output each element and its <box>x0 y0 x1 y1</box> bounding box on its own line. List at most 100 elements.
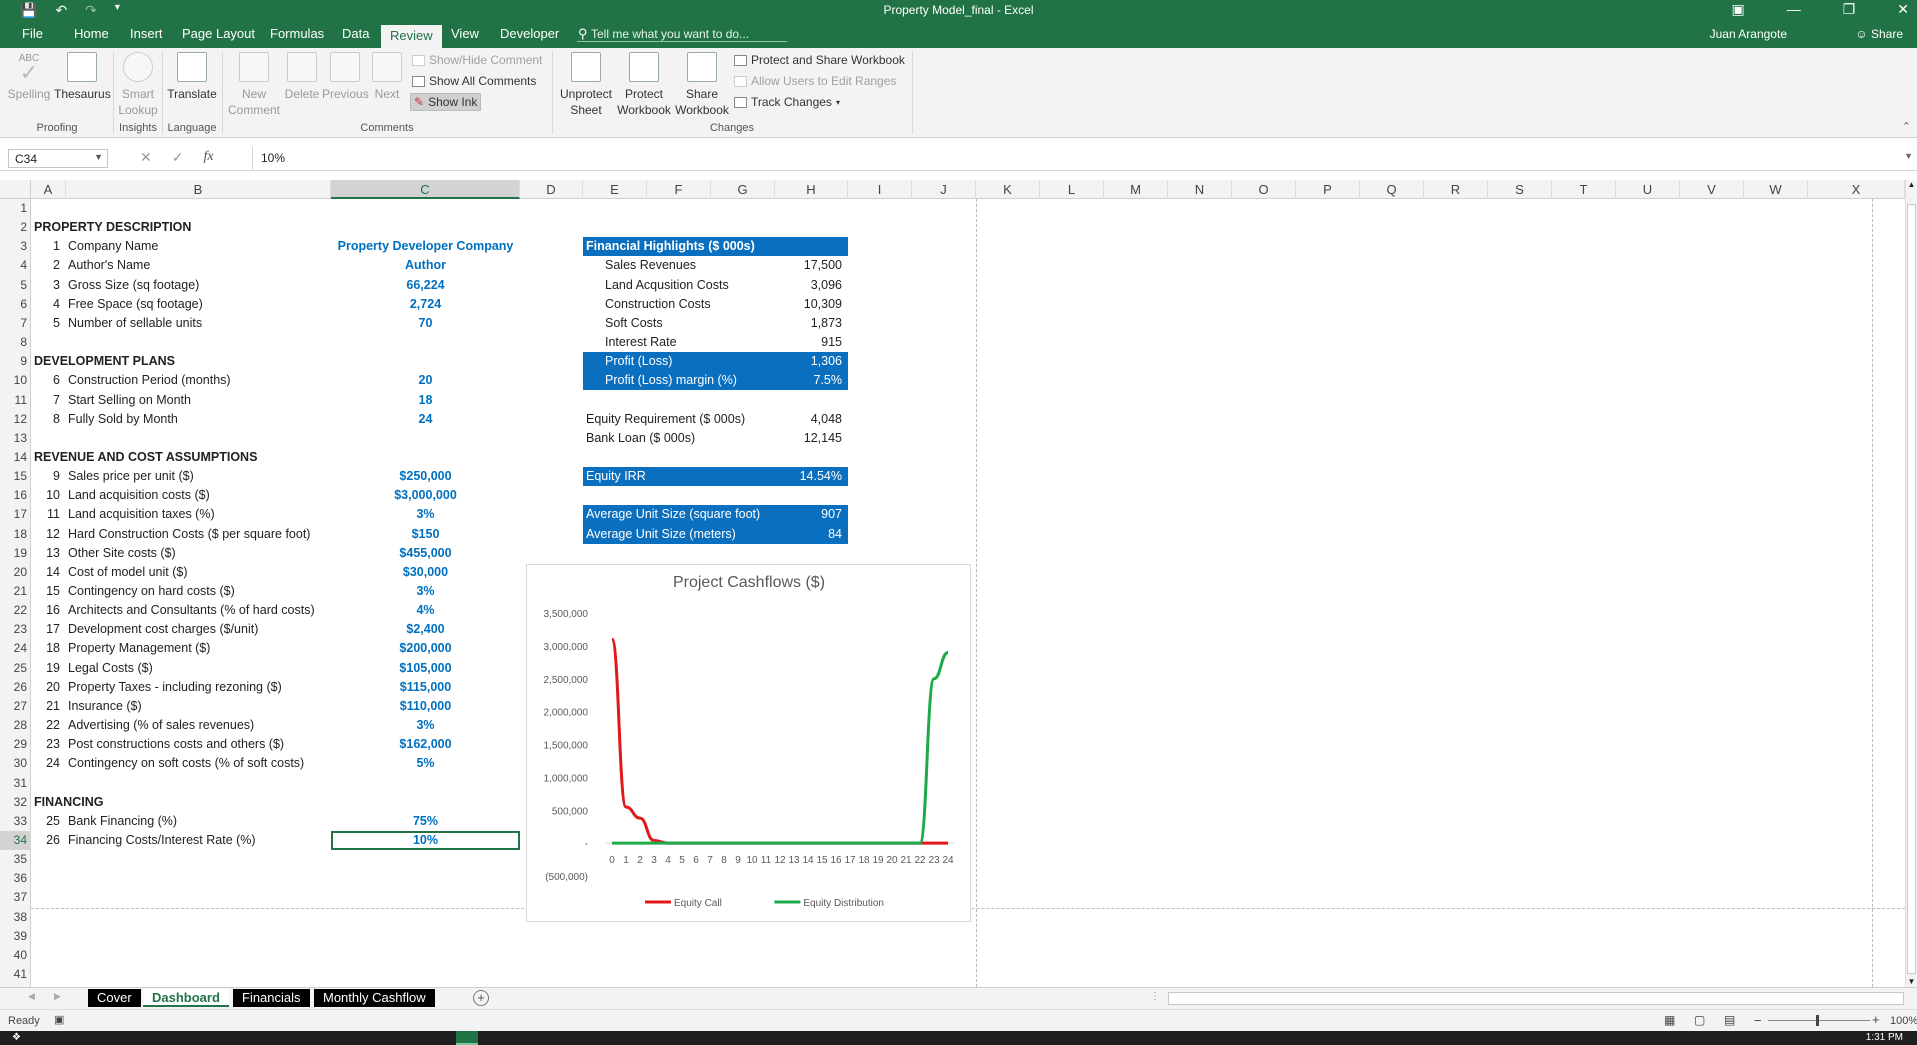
row-header-11[interactable]: 11 <box>0 391 31 410</box>
row-header-3[interactable]: 3 <box>0 237 31 256</box>
avg-unit-size-sqft-label[interactable]: Average Unit Size (square foot) <box>586 505 760 524</box>
input-number[interactable]: 7 <box>38 391 60 410</box>
project-cashflows-chart[interactable]: Project Cashflows ($) 3,500,000 3,000,000 2… <box>526 564 971 922</box>
input-number[interactable]: 11 <box>38 505 60 524</box>
input-label[interactable]: Number of sellable units <box>68 314 202 333</box>
avg-unit-size-m-value[interactable]: 84 <box>775 525 842 544</box>
sheet-tab-financials[interactable]: Financials <box>233 989 310 1007</box>
input-number[interactable]: 18 <box>38 639 60 658</box>
bank-loan-value[interactable]: 12,145 <box>775 429 842 448</box>
input-label[interactable]: Property Taxes - including rezoning ($) <box>68 678 282 697</box>
tab-splitter-icon[interactable]: ⋮ <box>1150 991 1160 1002</box>
input-value[interactable]: $2,400 <box>331 620 520 639</box>
row-header-21[interactable]: 21 <box>0 582 31 601</box>
input-value[interactable]: $455,000 <box>331 544 520 563</box>
zoom-level[interactable]: 100% <box>1890 1015 1917 1027</box>
input-value[interactable]: 3% <box>331 716 520 735</box>
scroll-up-icon[interactable]: ▲ <box>1906 180 1917 189</box>
row-header-29[interactable]: 29 <box>0 735 31 754</box>
equity-requirement-value[interactable]: 4,048 <box>775 410 842 429</box>
input-label[interactable]: Architects and Consultants (% of hard co… <box>68 601 315 620</box>
input-number[interactable]: 13 <box>38 544 60 563</box>
show-hide-comment-button[interactable]: Show/Hide Comment <box>412 53 542 67</box>
row-header-5[interactable]: 5 <box>0 276 31 295</box>
input-label[interactable]: Post constructions costs and others ($) <box>68 735 284 754</box>
input-value[interactable]: $3,000,000 <box>331 486 520 505</box>
profit-value[interactable]: 1,306 <box>775 352 842 371</box>
column-header-u[interactable]: U <box>1616 180 1680 199</box>
column-header-j[interactable]: J <box>912 180 976 199</box>
macro-record-icon[interactable]: ▣ <box>54 1013 64 1026</box>
column-header-s[interactable]: S <box>1488 180 1552 199</box>
show-ink-button[interactable]: ✎ Show Ink <box>410 93 482 111</box>
column-header-g[interactable]: G <box>711 180 775 199</box>
row-header-9[interactable]: 9 <box>0 352 31 371</box>
input-number[interactable]: 9 <box>38 467 60 486</box>
zoom-out-icon[interactable]: − <box>1754 1013 1762 1028</box>
spelling-button[interactable]: ABC ✓ Spelling <box>6 52 52 102</box>
row-header-39[interactable]: 39 <box>0 927 31 946</box>
row-header-30[interactable]: 30 <box>0 754 31 773</box>
row-header-28[interactable]: 28 <box>0 716 31 735</box>
expand-formula-bar-icon[interactable]: ▼ <box>1904 151 1913 161</box>
column-header-b[interactable]: B <box>66 180 331 199</box>
delete-comment-button[interactable]: Delete <box>282 52 322 102</box>
row-header-16[interactable]: 16 <box>0 486 31 505</box>
input-label[interactable]: Start Selling on Month <box>68 391 191 410</box>
zoom-slider-thumb[interactable] <box>1816 1015 1819 1026</box>
row-header-14[interactable]: 14 <box>0 448 31 467</box>
scroll-thumb[interactable] <box>1907 204 1916 974</box>
column-header-h[interactable]: H <box>775 180 848 199</box>
row-header-19[interactable]: 19 <box>0 544 31 563</box>
input-label[interactable]: Company Name <box>68 237 158 256</box>
highlight-label[interactable]: Soft Costs <box>605 314 663 333</box>
input-label[interactable]: Land acquisition taxes (%) <box>68 505 215 524</box>
profit-margin-value[interactable]: 7.5% <box>775 371 843 390</box>
smart-lookup-button[interactable]: Smart Lookup <box>116 52 160 118</box>
input-number[interactable]: 22 <box>38 716 60 735</box>
select-all-corner[interactable] <box>0 180 31 199</box>
section-revenue-cost-assumptions[interactable]: REVENUE AND COST ASSUMPTIONS <box>34 448 257 467</box>
input-number[interactable]: 15 <box>38 582 60 601</box>
section-property-description[interactable]: PROPERTY DESCRIPTION <box>34 218 191 237</box>
row-header-8[interactable]: 8 <box>0 333 31 352</box>
row-header-24[interactable]: 24 <box>0 639 31 658</box>
tab-home[interactable]: Home <box>74 26 109 41</box>
input-number[interactable]: 19 <box>38 659 60 678</box>
allow-users-edit-ranges-button[interactable]: Allow Users to Edit Ranges <box>734 74 896 88</box>
input-label[interactable]: Other Site costs ($) <box>68 544 176 563</box>
input-value[interactable]: $150 <box>331 525 520 544</box>
column-header-o[interactable]: O <box>1232 180 1296 199</box>
input-value[interactable]: $200,000 <box>331 639 520 658</box>
insert-function-icon[interactable]: fx <box>203 149 213 166</box>
input-value[interactable]: $250,000 <box>331 467 520 486</box>
input-number[interactable]: 26 <box>38 831 60 850</box>
minimize-icon[interactable]: — <box>1787 1 1801 18</box>
highlight-value[interactable]: 915 <box>775 333 842 352</box>
column-header-x[interactable]: X <box>1808 180 1905 199</box>
profit-label[interactable]: Profit (Loss) <box>605 352 672 371</box>
row-header-1[interactable]: 1 <box>0 199 31 218</box>
input-number[interactable]: 21 <box>38 697 60 716</box>
highlight-label[interactable]: Sales Revenues <box>605 256 696 275</box>
input-number[interactable]: 17 <box>38 620 60 639</box>
tab-view[interactable]: View <box>451 26 479 41</box>
input-number[interactable]: 8 <box>38 410 60 429</box>
input-number[interactable]: 6 <box>38 371 60 390</box>
next-comment-button[interactable]: Next <box>370 52 404 102</box>
input-value[interactable]: 70 <box>331 314 520 333</box>
sheet-tab-dashboard[interactable]: Dashboard <box>143 989 229 1007</box>
bank-loan-label[interactable]: Bank Loan ($ 000s) <box>586 429 695 448</box>
share-button[interactable]: ☺ Share <box>1855 27 1903 41</box>
row-header-23[interactable]: 23 <box>0 620 31 639</box>
input-value[interactable]: $162,000 <box>331 735 520 754</box>
input-number[interactable]: 24 <box>38 754 60 773</box>
input-value[interactable]: $30,000 <box>331 563 520 582</box>
tab-scroll-right-icon[interactable]: ▶ <box>54 991 61 1002</box>
input-number[interactable]: 3 <box>38 276 60 295</box>
row-header-18[interactable]: 18 <box>0 525 31 544</box>
highlight-label[interactable]: Construction Costs <box>605 295 711 314</box>
row-header-36[interactable]: 36 <box>0 869 31 888</box>
input-number[interactable]: 23 <box>38 735 60 754</box>
row-header-7[interactable]: 7 <box>0 314 31 333</box>
